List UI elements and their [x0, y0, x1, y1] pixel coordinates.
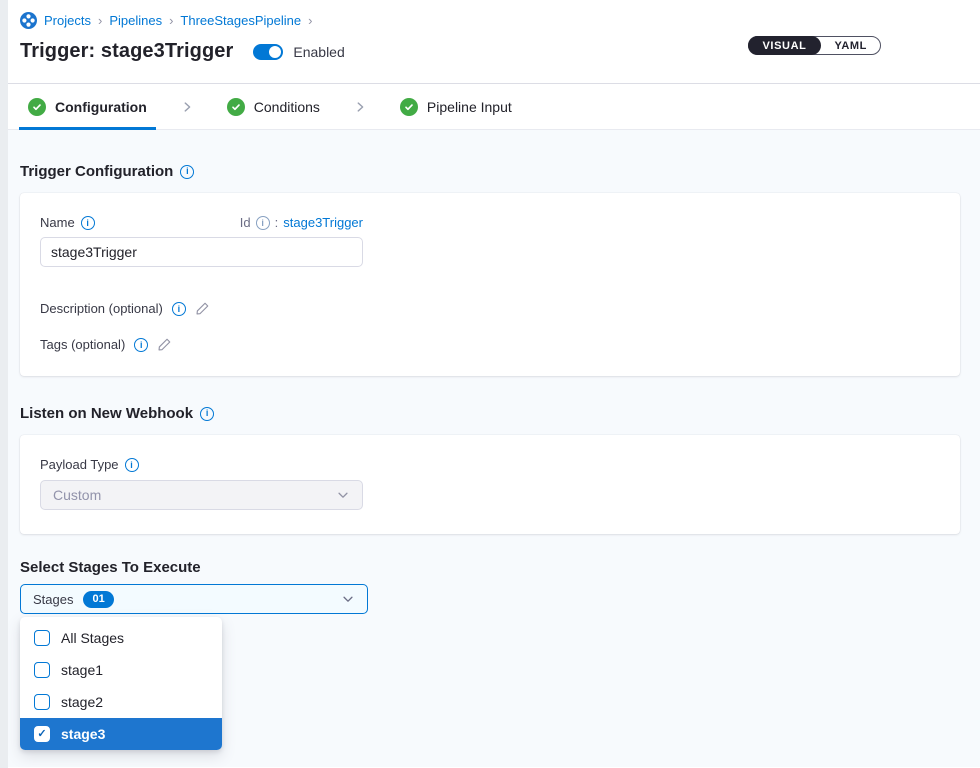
visual-yaml-toggle: VISUAL YAML [748, 36, 882, 55]
info-icon[interactable] [172, 302, 186, 316]
option-stage1[interactable]: stage1 [20, 654, 222, 686]
breadcrumb-separator: › [308, 13, 312, 28]
stages-section: Select Stages To Execute Stages 01 All S… [20, 559, 960, 614]
option-label: stage3 [61, 726, 105, 742]
checkbox[interactable] [34, 694, 50, 710]
webhook-section-title: Listen on New Webhook [20, 404, 960, 423]
tab-label: Pipeline Input [427, 99, 512, 115]
visual-tab[interactable]: VISUAL [748, 36, 822, 55]
id-label: Id [240, 215, 251, 230]
section-title-text: Listen on New Webhook [20, 404, 193, 423]
trigger-configuration-title: Trigger Configuration [20, 162, 960, 181]
option-stage2[interactable]: stage2 [20, 686, 222, 718]
breadcrumb-projects[interactable]: Projects [44, 13, 91, 28]
breadcrumb-separator: › [98, 13, 102, 28]
option-stage3[interactable]: stage3 [20, 718, 222, 750]
edit-description-icon[interactable] [195, 301, 210, 316]
stages-select-label: Stages [33, 592, 73, 607]
payload-type-label: Payload Type [40, 457, 940, 472]
breadcrumb: Projects › Pipelines › ThreeStagesPipeli… [20, 12, 960, 29]
info-icon[interactable] [125, 458, 139, 472]
stages-multiselect[interactable]: Stages 01 All Stages stage1 stage2 [20, 584, 368, 614]
check-circle-icon [227, 98, 245, 116]
tab-configuration[interactable]: Configuration [19, 84, 156, 129]
info-icon[interactable] [200, 407, 214, 421]
payload-type-label-text: Payload Type [40, 457, 119, 472]
checkbox[interactable] [34, 630, 50, 646]
enabled-toggle[interactable] [253, 44, 283, 60]
checkbox[interactable] [34, 726, 50, 742]
stages-section-title: Select Stages To Execute [20, 559, 960, 576]
option-label: stage2 [61, 694, 103, 710]
info-icon[interactable] [180, 165, 194, 179]
name-input[interactable] [40, 237, 363, 267]
tab-label: Conditions [254, 99, 320, 115]
name-field-header: Name Id : stage3Trigger [40, 215, 363, 230]
chevron-right-icon [353, 100, 367, 114]
window-edge [0, 0, 8, 768]
id-colon: : [275, 215, 279, 230]
breadcrumb-pipelines[interactable]: Pipelines [109, 13, 162, 28]
description-row: Description (optional) [40, 301, 940, 316]
project-icon [20, 12, 37, 29]
option-label: All Stages [61, 630, 124, 646]
wizard-tabs: Configuration Conditions Pipeline Input [0, 84, 980, 130]
breadcrumb-pipeline-name[interactable]: ThreeStagesPipeline [180, 13, 301, 28]
enabled-toggle-label: Enabled [293, 44, 344, 60]
check-circle-icon [28, 98, 46, 116]
checkbox[interactable] [34, 662, 50, 678]
payload-type-value: Custom [53, 487, 101, 503]
option-label: stage1 [61, 662, 103, 678]
payload-type-select[interactable]: Custom [40, 480, 363, 510]
toggle-knob [269, 46, 281, 58]
id-value[interactable]: stage3Trigger [283, 215, 363, 230]
page-title: Trigger: stage3Trigger [20, 40, 233, 63]
check-circle-icon [400, 98, 418, 116]
option-all-stages[interactable]: All Stages [20, 622, 222, 654]
description-label: Description (optional) [40, 301, 163, 316]
main-content: Trigger Configuration Name Id : stage3Tr… [0, 130, 980, 767]
chevron-right-icon [180, 100, 194, 114]
yaml-tab[interactable]: YAML [821, 37, 880, 54]
selected-count-badge: 01 [83, 591, 113, 608]
tags-label: Tags (optional) [40, 337, 125, 352]
name-label: Name [40, 215, 95, 230]
info-icon[interactable] [256, 216, 270, 230]
tab-pipeline-input[interactable]: Pipeline Input [391, 84, 521, 129]
webhook-card: Payload Type Custom [20, 435, 960, 534]
info-icon[interactable] [134, 338, 148, 352]
name-label-text: Name [40, 215, 75, 230]
stages-dropdown-menu: All Stages stage1 stage2 stage3 [20, 617, 222, 750]
enabled-toggle-group: Enabled [253, 44, 344, 60]
tags-row: Tags (optional) [40, 337, 940, 352]
chevron-down-icon [341, 592, 355, 606]
edit-tags-icon[interactable] [157, 337, 172, 352]
section-title-text: Trigger Configuration [20, 162, 173, 181]
tab-label: Configuration [55, 99, 147, 115]
id-line: Id : stage3Trigger [240, 215, 363, 230]
info-icon[interactable] [81, 216, 95, 230]
page-header: Projects › Pipelines › ThreeStagesPipeli… [0, 0, 980, 84]
trigger-configuration-card: Name Id : stage3Trigger Description (opt… [20, 193, 960, 376]
breadcrumb-separator: › [169, 13, 173, 28]
tab-conditions[interactable]: Conditions [218, 84, 329, 129]
chevron-down-icon [336, 488, 350, 502]
